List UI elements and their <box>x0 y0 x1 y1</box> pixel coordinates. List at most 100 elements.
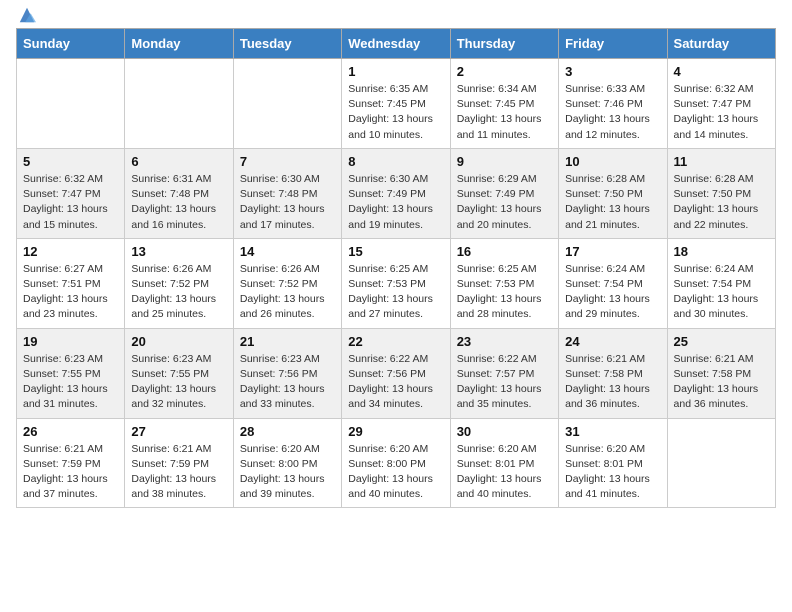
calendar-cell: 27Sunrise: 6:21 AM Sunset: 7:59 PM Dayli… <box>125 418 233 508</box>
day-info: Sunrise: 6:33 AM Sunset: 7:46 PM Dayligh… <box>565 82 660 143</box>
day-info: Sunrise: 6:23 AM Sunset: 7:55 PM Dayligh… <box>23 352 118 413</box>
day-info: Sunrise: 6:28 AM Sunset: 7:50 PM Dayligh… <box>565 172 660 233</box>
day-number: 30 <box>457 424 552 439</box>
day-number: 23 <box>457 334 552 349</box>
calendar-week-row: 26 Sunrise: 6:21 AM Sunset: 7:59 PM Dayli… <box>17 418 776 508</box>
day-info: Sunrise: 6:21 AM Sunset: 7:59 PM Dayligh… <box>131 442 226 503</box>
calendar-cell: 1 Sunrise: 6:35 AM Sunset: 7:45 PM Daylig… <box>342 59 450 149</box>
calendar-cell: 10 Sunrise: 6:28 AM Sunset: 7:50 PM Dayli… <box>559 148 667 238</box>
calendar-cell: 3 Sunrise: 6:33 AM Sunset: 7:46 PM Daylig… <box>559 59 667 149</box>
logo-icon <box>18 6 36 24</box>
day-info: Sunrise: 6:29 AM Sunset: 7:49 PM Dayligh… <box>457 172 552 233</box>
day-info: Sunrise: 6:31 AM Sunset: 7:48 PM Dayligh… <box>131 172 226 233</box>
calendar-cell: 28Sunrise: 6:20 AM Sunset: 8:00 PM Dayli… <box>233 418 341 508</box>
day-number: 14 <box>240 244 335 259</box>
calendar-cell: 17 Sunrise: 6:24 AM Sunset: 7:54 PM Dayli… <box>559 238 667 328</box>
day-info: Sunrise: 6:32 AM Sunset: 7:47 PM Dayligh… <box>674 82 769 143</box>
calendar-week-row: 12 Sunrise: 6:27 AM Sunset: 7:51 PM Dayli… <box>17 238 776 328</box>
calendar-cell: 16 Sunrise: 6:25 AM Sunset: 7:53 PM Dayli… <box>450 238 558 328</box>
day-info: Sunrise: 6:25 AM Sunset: 7:53 PM Dayligh… <box>457 262 552 323</box>
calendar-cell: 19 Sunrise: 6:23 AM Sunset: 7:55 PM Dayli… <box>17 328 125 418</box>
calendar-cell: 29Sunrise: 6:20 AM Sunset: 8:00 PM Dayli… <box>342 418 450 508</box>
day-info: Sunrise: 6:26 AM Sunset: 7:52 PM Dayligh… <box>131 262 226 323</box>
calendar-cell: 6 Sunrise: 6:31 AM Sunset: 7:48 PM Daylig… <box>125 148 233 238</box>
day-number: 16 <box>457 244 552 259</box>
day-number: 19 <box>23 334 118 349</box>
calendar-cell: 4 Sunrise: 6:32 AM Sunset: 7:47 PM Daylig… <box>667 59 775 149</box>
weekday-header-thursday: Thursday <box>450 29 558 59</box>
day-number: 6 <box>131 154 226 169</box>
day-number: 22 <box>348 334 443 349</box>
calendar-cell: 9 Sunrise: 6:29 AM Sunset: 7:49 PM Daylig… <box>450 148 558 238</box>
day-info: Sunrise: 6:23 AM Sunset: 7:56 PM Dayligh… <box>240 352 335 413</box>
calendar-week-row: 19 Sunrise: 6:23 AM Sunset: 7:55 PM Dayli… <box>17 328 776 418</box>
day-number: 13 <box>131 244 226 259</box>
day-info: Sunrise: 6:21 AM Sunset: 7:59 PM Dayligh… <box>23 442 118 503</box>
calendar-cell: 25 Sunrise: 6:21 AM Sunset: 7:58 PM Dayli… <box>667 328 775 418</box>
day-number: 15 <box>348 244 443 259</box>
day-number: 24 <box>565 334 660 349</box>
day-number: 3 <box>565 64 660 79</box>
calendar-cell <box>233 59 341 149</box>
day-info: Sunrise: 6:21 AM Sunset: 7:58 PM Dayligh… <box>565 352 660 413</box>
calendar-cell <box>125 59 233 149</box>
day-number: 25 <box>674 334 769 349</box>
day-info: Sunrise: 6:34 AM Sunset: 7:45 PM Dayligh… <box>457 82 552 143</box>
calendar-table: SundayMondayTuesdayWednesdayThursdayFrid… <box>16 28 776 508</box>
day-info: Sunrise: 6:28 AM Sunset: 7:50 PM Dayligh… <box>674 172 769 233</box>
day-info: Sunrise: 6:22 AM Sunset: 7:57 PM Dayligh… <box>457 352 552 413</box>
day-info: Sunrise: 6:20 AM Sunset: 8:01 PM Dayligh… <box>457 442 552 503</box>
day-info: Sunrise: 6:30 AM Sunset: 7:49 PM Dayligh… <box>348 172 443 233</box>
day-number: 10 <box>565 154 660 169</box>
weekday-header-friday: Friday <box>559 29 667 59</box>
calendar-cell: 18Sunrise: 6:24 AM Sunset: 7:54 PM Dayli… <box>667 238 775 328</box>
day-info: Sunrise: 6:26 AM Sunset: 7:52 PM Dayligh… <box>240 262 335 323</box>
calendar-cell: 11Sunrise: 6:28 AM Sunset: 7:50 PM Dayli… <box>667 148 775 238</box>
weekday-header-wednesday: Wednesday <box>342 29 450 59</box>
day-info: Sunrise: 6:20 AM Sunset: 8:00 PM Dayligh… <box>240 442 335 503</box>
weekday-header-monday: Monday <box>125 29 233 59</box>
calendar-cell: 14 Sunrise: 6:26 AM Sunset: 7:52 PM Dayli… <box>233 238 341 328</box>
logo <box>16 16 36 20</box>
calendar-cell: 5Sunrise: 6:32 AM Sunset: 7:47 PM Daylig… <box>17 148 125 238</box>
calendar-cell: 12 Sunrise: 6:27 AM Sunset: 7:51 PM Dayli… <box>17 238 125 328</box>
day-info: Sunrise: 6:35 AM Sunset: 7:45 PM Dayligh… <box>348 82 443 143</box>
day-info: Sunrise: 6:27 AM Sunset: 7:51 PM Dayligh… <box>23 262 118 323</box>
day-info: Sunrise: 6:23 AM Sunset: 7:55 PM Dayligh… <box>131 352 226 413</box>
calendar-cell: 2Sunrise: 6:34 AM Sunset: 7:45 PM Daylig… <box>450 59 558 149</box>
day-info: Sunrise: 6:22 AM Sunset: 7:56 PM Dayligh… <box>348 352 443 413</box>
day-info: Sunrise: 6:21 AM Sunset: 7:58 PM Dayligh… <box>674 352 769 413</box>
day-number: 18 <box>674 244 769 259</box>
calendar-cell: 13 Sunrise: 6:26 AM Sunset: 7:52 PM Dayli… <box>125 238 233 328</box>
day-number: 8 <box>348 154 443 169</box>
calendar-cell: 26 Sunrise: 6:21 AM Sunset: 7:59 PM Dayli… <box>17 418 125 508</box>
day-info: Sunrise: 6:20 AM Sunset: 8:01 PM Dayligh… <box>565 442 660 503</box>
weekday-header-row: SundayMondayTuesdayWednesdayThursdayFrid… <box>17 29 776 59</box>
day-number: 21 <box>240 334 335 349</box>
day-number: 7 <box>240 154 335 169</box>
calendar-week-row: 1 Sunrise: 6:35 AM Sunset: 7:45 PM Daylig… <box>17 59 776 149</box>
day-number: 4 <box>674 64 769 79</box>
day-number: 26 <box>23 424 118 439</box>
day-number: 20 <box>131 334 226 349</box>
calendar-cell: 23 Sunrise: 6:22 AM Sunset: 7:57 PM Dayli… <box>450 328 558 418</box>
weekday-header-sunday: Sunday <box>17 29 125 59</box>
day-number: 9 <box>457 154 552 169</box>
day-number: 1 <box>348 64 443 79</box>
calendar-cell <box>667 418 775 508</box>
weekday-header-tuesday: Tuesday <box>233 29 341 59</box>
calendar-cell <box>17 59 125 149</box>
day-number: 5 <box>23 154 118 169</box>
day-info: Sunrise: 6:24 AM Sunset: 7:54 PM Dayligh… <box>565 262 660 323</box>
day-info: Sunrise: 6:25 AM Sunset: 7:53 PM Dayligh… <box>348 262 443 323</box>
calendar-cell: 21 Sunrise: 6:23 AM Sunset: 7:56 PM Dayli… <box>233 328 341 418</box>
day-number: 12 <box>23 244 118 259</box>
calendar-cell: 8 Sunrise: 6:30 AM Sunset: 7:49 PM Daylig… <box>342 148 450 238</box>
calendar-cell: 24 Sunrise: 6:21 AM Sunset: 7:58 PM Dayli… <box>559 328 667 418</box>
day-number: 29 <box>348 424 443 439</box>
calendar-cell: 7 Sunrise: 6:30 AM Sunset: 7:48 PM Daylig… <box>233 148 341 238</box>
day-info: Sunrise: 6:30 AM Sunset: 7:48 PM Dayligh… <box>240 172 335 233</box>
calendar-week-row: 5Sunrise: 6:32 AM Sunset: 7:47 PM Daylig… <box>17 148 776 238</box>
weekday-header-saturday: Saturday <box>667 29 775 59</box>
day-number: 17 <box>565 244 660 259</box>
